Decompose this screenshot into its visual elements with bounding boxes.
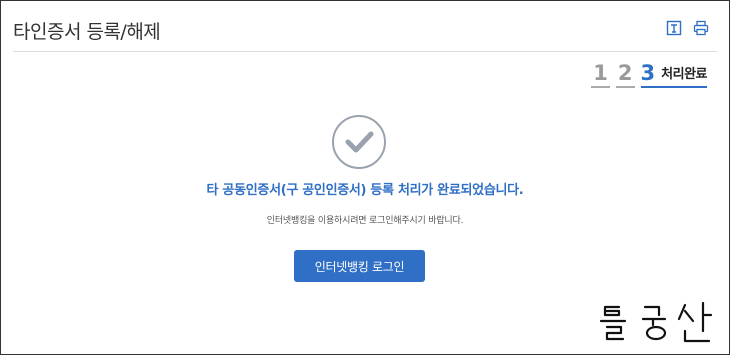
print-icon[interactable] bbox=[693, 20, 709, 36]
login-guide-text: 인터넷뱅킹을 이용하시려면 로그인해주시기 바랍니다. bbox=[266, 216, 464, 226]
handwritten-signature bbox=[599, 301, 713, 343]
step-3-active: 3 처리완료 bbox=[640, 61, 707, 88]
step-1: 1 bbox=[591, 61, 610, 88]
step-indicator: 1 2 3 처리완료 bbox=[591, 61, 707, 88]
completion-message: 타 공동인증서(구 공인인증서) 등록 처리가 완료되었습니다. bbox=[206, 183, 524, 198]
header-toolbar bbox=[666, 20, 709, 36]
step-3-label: 처리완료 bbox=[661, 67, 707, 82]
header-divider bbox=[13, 51, 717, 52]
internet-banking-login-button[interactable]: 인터넷뱅킹 로그인 bbox=[294, 250, 425, 282]
step-2: 2 bbox=[615, 61, 635, 88]
text-size-icon[interactable] bbox=[666, 20, 682, 36]
step-3-number: 3 bbox=[640, 61, 656, 85]
page-frame: 타인증서 등록/해제 1 2 3 처리완료 타 공동인증서(구 공인인증서) 등… bbox=[0, 0, 730, 355]
page-title: 타인증서 등록/해제 bbox=[13, 21, 161, 43]
checkmark-circle-icon bbox=[332, 115, 386, 169]
